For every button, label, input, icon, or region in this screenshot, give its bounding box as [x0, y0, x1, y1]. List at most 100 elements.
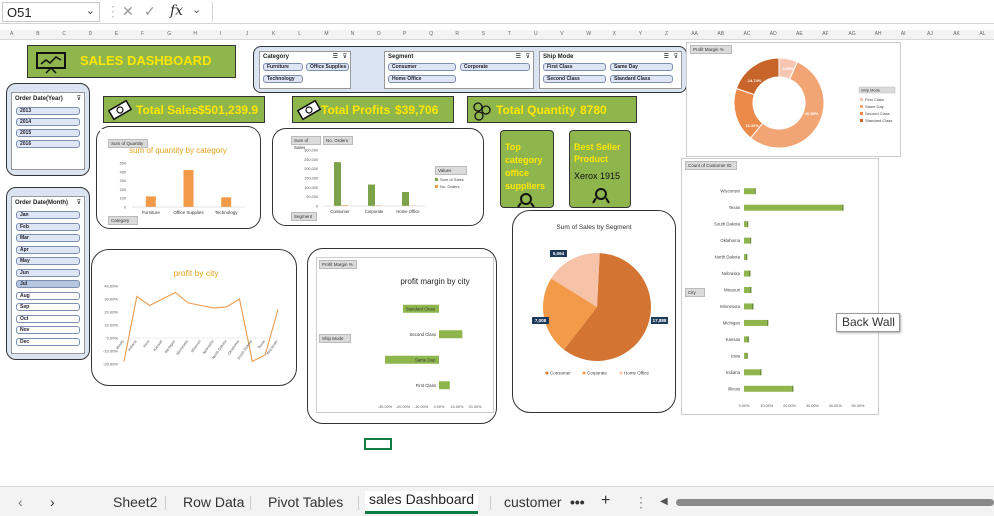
sheet-tab[interactable]: Row Data — [183, 494, 244, 510]
profit-city-line[interactable] — [123, 291, 279, 363]
cancel-icon[interactable]: ✕ — [122, 3, 134, 20]
scroll-left-icon[interactable]: ‹ — [18, 494, 23, 510]
state-bar[interactable] — [744, 319, 767, 326]
state-bar[interactable] — [744, 385, 792, 392]
slicer-item-month[interactable]: Nov — [16, 326, 80, 334]
column-header[interactable]: AG — [848, 31, 855, 37]
column-header[interactable]: F — [141, 31, 144, 37]
more-options-icon[interactable]: ⋮ — [634, 494, 648, 511]
name-box[interactable]: O51 ⌄ — [2, 2, 100, 22]
quantity-chart[interactable]: Sum of Quantity Category sum of quantity… — [100, 129, 255, 225]
slicer-item-month[interactable]: Feb — [16, 222, 80, 231]
column-header[interactable]: AJ — [927, 31, 933, 37]
confirm-icon[interactable]: ✓ — [144, 3, 156, 20]
slicer-item-year[interactable]: 2014 — [16, 118, 80, 126]
multi-select-icon[interactable]: ☰ — [664, 53, 669, 60]
state-bar[interactable] — [744, 287, 750, 293]
slicer-item-month[interactable]: Jun — [16, 268, 80, 277]
profit-margin-bar[interactable] — [439, 381, 450, 390]
slicer-item-second-class[interactable]: Second Class — [543, 75, 606, 83]
formula-input[interactable] — [212, 2, 992, 22]
column-header[interactable]: AH — [875, 31, 882, 37]
state-bar[interactable] — [744, 188, 755, 195]
column-header[interactable]: AE — [796, 31, 803, 37]
add-sheet-icon[interactable]: + — [601, 492, 610, 510]
sales-bar[interactable] — [368, 184, 375, 206]
column-header[interactable]: P — [403, 31, 406, 37]
column-header[interactable]: W — [586, 31, 591, 37]
column-header[interactable]: A — [10, 31, 13, 37]
sales-segment-pie[interactable]: Sum of Sales by Segment 17,888 7,008 5,064 C… — [517, 215, 671, 407]
column-header[interactable]: E — [115, 31, 118, 37]
sales-bar[interactable] — [402, 192, 409, 206]
chevron-down-icon[interactable]: ⌄ — [86, 4, 95, 17]
slicer-item-month[interactable]: Oct — [16, 314, 80, 323]
column-header[interactable]: Z — [665, 31, 668, 37]
scroll-right-icon[interactable]: › — [50, 494, 55, 510]
horizontal-scrollbar[interactable] — [676, 499, 994, 506]
column-header[interactable]: D — [89, 31, 93, 37]
clear-filter-icon[interactable]: ⊽ — [77, 199, 81, 206]
multi-select-icon[interactable]: ☰ — [516, 53, 521, 60]
column-header[interactable]: AC — [744, 31, 751, 37]
state-bar[interactable] — [744, 336, 748, 343]
quantity-bar[interactable] — [145, 196, 156, 207]
slicer-item-month[interactable]: Mar — [16, 234, 80, 242]
column-header[interactable]: Q — [429, 31, 433, 37]
fx-icon[interactable]: fx — [170, 3, 183, 19]
state-bar[interactable] — [744, 237, 750, 244]
state-bar-chart[interactable]: Count of Customer ID City Wisconsin Texas… — [681, 158, 879, 415]
sales-bar[interactable] — [334, 162, 341, 206]
slicer-item-month[interactable]: Aug — [16, 291, 80, 300]
column-header[interactable]: G — [167, 31, 171, 37]
column-header[interactable]: T — [508, 31, 511, 37]
quantity-bar[interactable] — [221, 197, 232, 207]
state-bar[interactable] — [744, 254, 746, 261]
more-icon[interactable]: ⋮ — [106, 3, 120, 20]
column-header[interactable]: AF — [822, 31, 828, 37]
state-bar[interactable] — [744, 204, 843, 211]
column-header[interactable]: J — [246, 31, 249, 37]
slicer-item-corporate[interactable]: Corporate — [460, 63, 530, 71]
quantity-bar[interactable] — [183, 170, 194, 207]
slicer-item-same-day[interactable]: Same Day — [610, 63, 673, 71]
state-bar[interactable] — [744, 270, 750, 277]
clear-filter-icon[interactable]: ⊽ — [674, 53, 678, 60]
column-header[interactable]: H — [193, 31, 197, 37]
slicer-item-first-class[interactable]: First Class — [543, 63, 606, 71]
slicer-item-year[interactable]: 2016 — [16, 140, 80, 148]
column-header[interactable]: B — [36, 31, 39, 37]
column-header[interactable]: M — [324, 31, 328, 37]
chevron-down-icon[interactable]: ⌄ — [192, 3, 201, 16]
column-header[interactable]: I — [220, 31, 221, 37]
profit-margin-chart[interactable]: Profit Margin % Ship Mode profit margin … — [316, 257, 494, 413]
slicer-item-month[interactable]: May — [16, 257, 80, 265]
column-header[interactable]: L — [298, 31, 301, 37]
slicer-item-month[interactable]: Apr — [16, 245, 80, 254]
slicer-item-month[interactable]: Jan — [16, 211, 80, 219]
state-bar[interactable] — [744, 369, 760, 376]
column-header[interactable]: U — [534, 31, 538, 37]
profit-city-chart[interactable]: profit by city 40.00% 30.00% 20.00% 10.00% 0.… — [96, 256, 292, 380]
slicer-item-month[interactable]: Dec — [16, 337, 80, 346]
clear-filter-icon[interactable]: ⊽ — [343, 53, 347, 60]
column-header[interactable]: Y — [639, 31, 642, 37]
column-header[interactable]: S — [482, 31, 485, 37]
column-header[interactable]: C — [62, 31, 66, 37]
more-tabs-icon[interactable]: ••• — [570, 494, 585, 510]
slicer-item-month[interactable]: Jul — [16, 280, 80, 288]
column-header[interactable]: AD — [770, 31, 777, 37]
slicer-item-standard-class[interactable]: Standard Class — [610, 75, 673, 83]
slicer-item-office-supplies[interactable]: Office Supplies — [306, 63, 349, 71]
slicer-item-technology[interactable]: Technology — [263, 75, 303, 83]
column-header[interactable]: O — [377, 31, 381, 37]
slicer-item-year[interactable]: 2013 — [16, 107, 80, 115]
segment-chart[interactable]: Sum of Sales No. Orders Segment Values 3… — [285, 134, 477, 222]
column-header[interactable]: AI — [901, 31, 906, 37]
selected-cell[interactable] — [364, 438, 392, 450]
state-bar[interactable] — [744, 303, 752, 310]
clear-filter-icon[interactable]: ⊽ — [77, 95, 81, 102]
column-header[interactable]: AL — [979, 31, 985, 37]
state-bar[interactable] — [744, 221, 747, 228]
clear-filter-icon[interactable]: ⊽ — [526, 53, 530, 60]
